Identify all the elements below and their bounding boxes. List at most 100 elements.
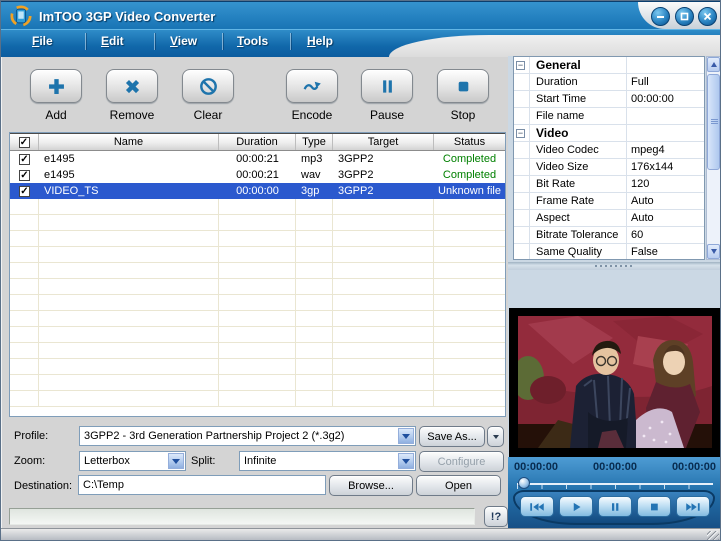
property-section[interactable]: − Video (514, 125, 704, 142)
help-button[interactable]: !? (484, 506, 508, 527)
table-row[interactable]: ✓ e1495 00:00:21 mp3 3GPP2 Completed (10, 151, 505, 167)
property-value[interactable]: False (626, 244, 704, 260)
cell-type: wav (296, 167, 333, 183)
empty-row (10, 375, 505, 391)
row-check-cell[interactable]: ✓ (10, 167, 39, 183)
encode-button[interactable] (286, 69, 338, 103)
save-as-button[interactable]: Save As... (419, 426, 485, 447)
zoom-combobox[interactable]: Letterbox (79, 451, 186, 471)
property-row[interactable]: Frame Rate Auto (514, 193, 704, 210)
configure-button[interactable]: Configure (419, 451, 504, 472)
property-row[interactable]: Duration Full (514, 74, 704, 91)
cell-target: 3GPP2 (333, 167, 434, 183)
minimize-button[interactable] (651, 7, 670, 26)
cell-type: mp3 (296, 151, 333, 167)
table-row[interactable]: ✓ e1495 00:00:21 wav 3GPP2 Completed (10, 167, 505, 183)
property-row[interactable]: Bitrate Tolerance 60 (514, 227, 704, 244)
cell-status: Completed (434, 167, 505, 183)
property-row[interactable]: Video Codec mpeg4 (514, 142, 704, 159)
skip-end-button[interactable] (676, 496, 710, 517)
column-header-name[interactable]: Name (39, 134, 219, 150)
property-value[interactable]: Auto (626, 210, 704, 226)
menu-view[interactable]: View (170, 34, 197, 48)
cell-target: 3GPP2 (333, 151, 434, 167)
app-logo-icon (9, 5, 33, 27)
play-button[interactable] (559, 496, 593, 517)
collapse-icon[interactable]: − (516, 129, 525, 138)
stop-icon (453, 76, 474, 97)
column-header-target[interactable]: Target (333, 134, 434, 150)
empty-rows-area (10, 199, 505, 407)
property-value[interactable]: 60 (626, 227, 704, 243)
menu-tools[interactable]: Tools (237, 34, 268, 48)
row-check-cell[interactable]: ✓ (10, 183, 39, 199)
zoom-dropdown-arrow-icon[interactable] (168, 453, 184, 469)
split-combobox[interactable]: Infinite (239, 451, 416, 471)
collapse-icon[interactable]: − (516, 61, 525, 70)
column-header-type[interactable]: Type (296, 134, 333, 150)
property-row[interactable]: Aspect Auto (514, 210, 704, 227)
property-value[interactable]: 00:00:00 (626, 91, 704, 107)
scroll-down-button[interactable] (707, 244, 720, 259)
row-check-cell[interactable]: ✓ (10, 151, 39, 167)
open-button[interactable]: Open (416, 475, 501, 496)
destination-input[interactable] (78, 475, 326, 495)
cell-duration: 00:00:21 (219, 151, 296, 167)
save-as-menu-button[interactable] (487, 426, 504, 447)
skip-start-button[interactable] (520, 496, 554, 517)
property-section[interactable]: − General (514, 57, 704, 74)
column-header-status[interactable]: Status (434, 134, 505, 150)
property-row[interactable]: File name (514, 108, 704, 125)
scrollbar-thumb[interactable] (707, 74, 720, 170)
property-value[interactable]: Full (626, 74, 704, 90)
browse-button[interactable]: Browse... (329, 475, 413, 496)
empty-row (10, 215, 505, 231)
property-value[interactable]: 176x144 (626, 159, 704, 175)
player-stop-button[interactable] (637, 496, 671, 517)
row-checkbox[interactable]: ✓ (19, 154, 30, 165)
property-row[interactable]: Same Quality False (514, 244, 704, 260)
split-dropdown-arrow-icon[interactable] (398, 453, 414, 469)
menu-edit[interactable]: Edit (101, 34, 124, 48)
player-controls (513, 490, 715, 525)
select-all-checkbox[interactable]: ✓ (19, 137, 30, 148)
menu-separator (290, 33, 291, 50)
table-row-selected[interactable]: ✓ VIDEO_TS 00:00:00 3gp 3GPP2 Unknown fi… (10, 183, 505, 199)
property-row[interactable]: Start Time 00:00:00 (514, 91, 704, 108)
resize-grip[interactable] (707, 531, 719, 541)
remove-button[interactable] (106, 69, 158, 103)
property-value[interactable]: Auto (626, 193, 704, 209)
maximize-button[interactable] (675, 7, 694, 26)
scroll-up-button[interactable] (707, 57, 720, 72)
properties-scrollbar[interactable] (706, 56, 721, 260)
clear-button[interactable] (182, 69, 234, 103)
stop-button[interactable] (437, 69, 489, 103)
row-checkbox[interactable]: ✓ (19, 170, 30, 181)
add-button[interactable] (30, 69, 82, 103)
menu-file[interactable]: File (32, 34, 53, 48)
empty-row (10, 359, 505, 375)
file-list-header[interactable]: ✓ Name Duration Type Target Status (10, 133, 505, 151)
profile-combobox[interactable]: 3GPP2 - 3rd Generation Partnership Proje… (79, 426, 416, 446)
player-panel: 00:00:00 00:00:00 00:00:00 (508, 457, 721, 528)
seek-slider-thumb[interactable] (518, 477, 530, 489)
row-checkbox[interactable]: ✓ (19, 186, 30, 197)
menu-separator (222, 33, 223, 50)
close-button[interactable] (698, 7, 717, 26)
menu-help[interactable]: Help (307, 34, 333, 48)
property-value[interactable] (626, 108, 704, 124)
property-value[interactable]: 120 (626, 176, 704, 192)
property-label: File name (530, 110, 626, 122)
property-value[interactable]: mpeg4 (626, 142, 704, 158)
player-pause-button[interactable] (598, 496, 632, 517)
clear-button-label: Clear (182, 108, 234, 122)
split-value: Infinite (244, 455, 396, 467)
empty-row (10, 327, 505, 343)
panel-splitter[interactable] (508, 262, 721, 270)
property-row[interactable]: Video Size 176x144 (514, 159, 704, 176)
select-all-cell[interactable]: ✓ (10, 134, 39, 150)
property-row[interactable]: Bit Rate 120 (514, 176, 704, 193)
profile-dropdown-arrow-icon[interactable] (398, 428, 414, 444)
column-header-duration[interactable]: Duration (219, 134, 296, 150)
pause-button[interactable] (361, 69, 413, 103)
